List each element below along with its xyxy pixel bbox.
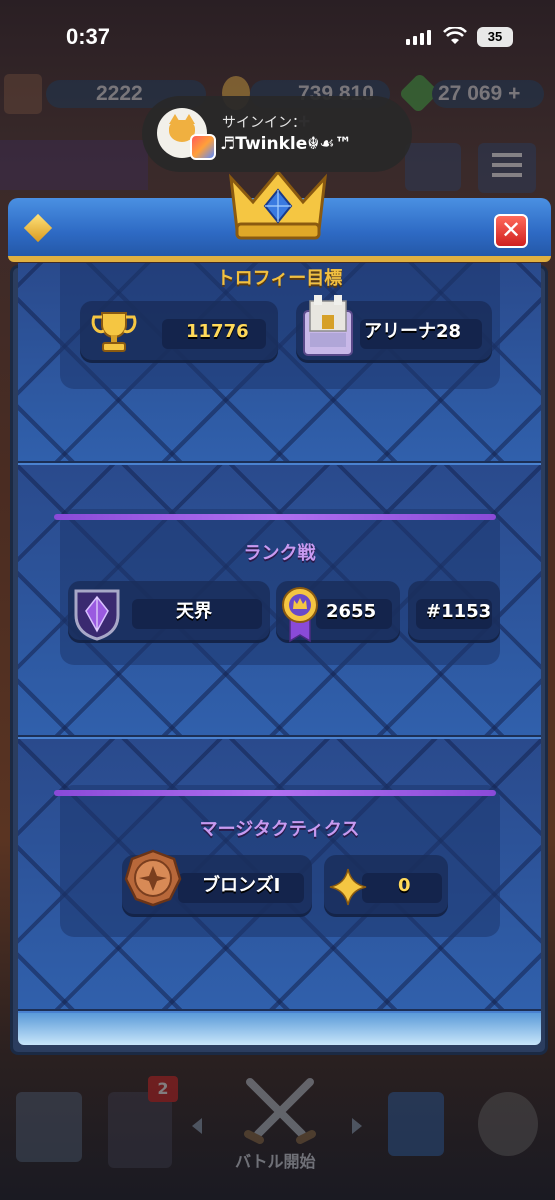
background-banner — [0, 140, 148, 190]
modal-content: トロフィー目標 11776 アリーナ28 ランク戦 天界 2655 #1153 … — [18, 263, 541, 1045]
arena-name: アリーナ28 — [364, 321, 462, 342]
bronze-badge-icon — [124, 849, 182, 907]
events-tab — [478, 1092, 538, 1156]
merge-tactics-accent-bar — [54, 790, 496, 796]
cards-badge: 2 — [148, 1076, 178, 1102]
ranked-league-name: 天界 — [176, 601, 212, 622]
cards-tab — [108, 1092, 172, 1168]
medal-icon — [282, 587, 318, 643]
arrow-right-icon — [352, 1118, 362, 1134]
star-icon — [329, 868, 367, 906]
bottom-nav: 2 バトル開始 — [0, 1076, 555, 1200]
crossed-swords-icon — [244, 1078, 316, 1144]
menu-icon — [478, 143, 536, 193]
close-button[interactable]: ✕ — [494, 214, 528, 248]
ranked-title: ランク戦 — [243, 543, 316, 564]
trophy-value: 11776 — [186, 321, 249, 342]
merge-stars-value: 0 — [398, 875, 411, 896]
wifi-icon — [443, 27, 467, 44]
notification-title: サインイン： — [222, 115, 306, 131]
ranked-position-chip: #1153 — [408, 581, 500, 643]
merge-stars-chip: 0 — [324, 855, 448, 917]
trophy-goal-title: トロフィー目標 — [216, 268, 343, 289]
ranked-position: #1153 — [426, 601, 492, 622]
notification-player-name: ♬Twinkle☬☙™ — [220, 134, 352, 154]
gem-count: 27 069 + — [432, 80, 544, 108]
news-icon — [405, 143, 461, 191]
merge-tactics-title: マージタクティクス — [199, 819, 360, 840]
ranked-medals-value: 2655 — [326, 601, 377, 622]
battery-icon: 35 — [477, 27, 513, 47]
trophy-chip: 11776 — [80, 301, 278, 363]
ranked-accent-bar — [54, 514, 496, 520]
shop-tab — [16, 1092, 82, 1162]
game-center-icon — [190, 134, 216, 160]
league-shield-icon — [74, 589, 120, 641]
player-stats-modal: トロフィー目標 11776 アリーナ28 ランク戦 天界 2655 #1153 … — [8, 169, 551, 1055]
arena-chip[interactable]: アリーナ28 — [296, 295, 492, 363]
signal-icon — [406, 30, 431, 45]
signin-notification[interactable]: サインイン： ♬Twinkle☬☙™ — [142, 96, 412, 172]
clan-tab — [388, 1092, 444, 1156]
crown-icon — [228, 169, 328, 240]
clock: 0:37 — [66, 24, 111, 49]
ranked-league-chip[interactable]: 天界 — [68, 581, 270, 643]
arena-icon — [303, 295, 353, 356]
merge-league-chip[interactable]: ブロンズI — [122, 849, 312, 917]
trophy-icon — [91, 312, 137, 352]
status-bar: 0:37 35 — [0, 0, 555, 70]
diamond-icon — [23, 213, 53, 243]
arrow-left-icon — [192, 1118, 202, 1134]
battle-label: バトル開始 — [235, 1152, 316, 1171]
next-section-preview — [18, 1013, 541, 1045]
ranked-medals-chip: 2655 — [276, 581, 400, 643]
card-icon — [4, 74, 42, 114]
merge-league-name: ブロンズI — [202, 875, 281, 896]
